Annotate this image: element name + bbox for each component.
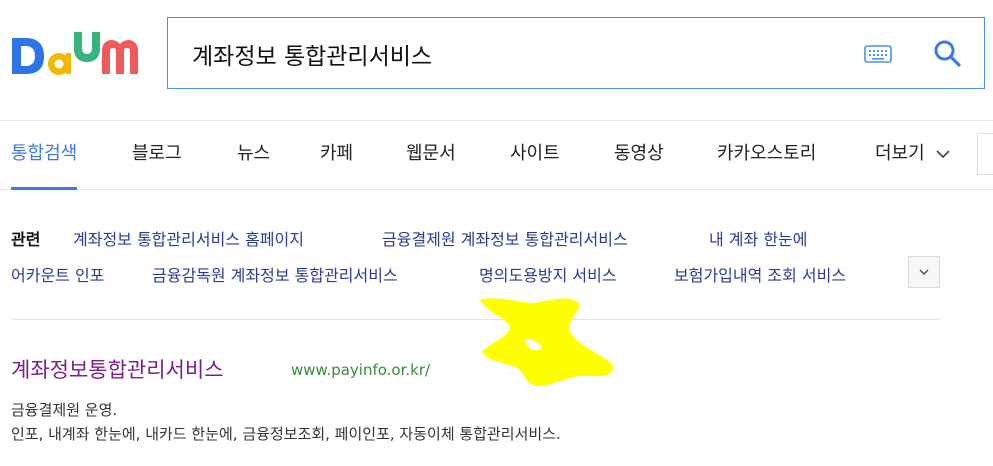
related-link[interactable]: 내 계좌 한눈에	[709, 226, 808, 250]
keyboard-icon[interactable]	[864, 44, 892, 64]
search-input[interactable]	[192, 36, 812, 72]
tab-webdoc[interactable]: 웹문서	[406, 121, 456, 189]
result-description: 금융결제원 운영.	[11, 401, 118, 419]
tab-more-label: 더보기	[875, 143, 925, 164]
related-link[interactable]: 어카운트 인포	[11, 262, 104, 286]
highlight-scribble	[480, 298, 614, 387]
tab-news[interactable]: 뉴스	[237, 121, 270, 189]
related-link[interactable]: 명의도용방지 서비스	[479, 262, 617, 286]
daum-logo[interactable]	[10, 28, 142, 78]
related-link[interactable]: 금융감독원 계좌정보 통합관리서비스	[152, 262, 398, 286]
tab-scroll-edge[interactable]	[977, 133, 993, 175]
search-box[interactable]	[167, 17, 985, 89]
chevron-down-icon	[919, 269, 929, 276]
result-description: 인포, 내계좌 한눈에, 내카드 한눈에, 금융정보조회, 페이인포, 자동이체…	[11, 425, 561, 443]
tab-cafe[interactable]: 카페	[320, 121, 353, 189]
related-expand-button[interactable]	[908, 256, 940, 288]
search-tabs: 통합검색 블로그 뉴스 카페 웹문서 사이트 동영상 카카오스토리 더보기	[0, 120, 993, 190]
related-link[interactable]: 금융결제원 계좌정보 통합관리서비스	[382, 226, 628, 250]
related-label: 관련	[11, 230, 41, 249]
tab-more[interactable]: 더보기	[875, 121, 950, 189]
tab-site[interactable]: 사이트	[510, 121, 560, 189]
result-url[interactable]: www.payinfo.or.kr/	[291, 361, 430, 379]
related-link[interactable]: 계좌정보 통합관리서비스 홈페이지	[73, 226, 304, 250]
chevron-down-icon	[936, 150, 950, 159]
result-title-link[interactable]: 계좌정보통합관리서비스	[11, 354, 224, 384]
tab-video[interactable]: 동영상	[614, 121, 664, 189]
tab-kakaostory[interactable]: 카카오스토리	[717, 121, 816, 189]
search-icon[interactable]	[932, 38, 962, 68]
tab-integrated[interactable]: 통합검색	[11, 121, 78, 190]
related-link[interactable]: 보험가입내역 조회 서비스	[674, 262, 846, 286]
tab-blog[interactable]: 블로그	[132, 121, 182, 189]
